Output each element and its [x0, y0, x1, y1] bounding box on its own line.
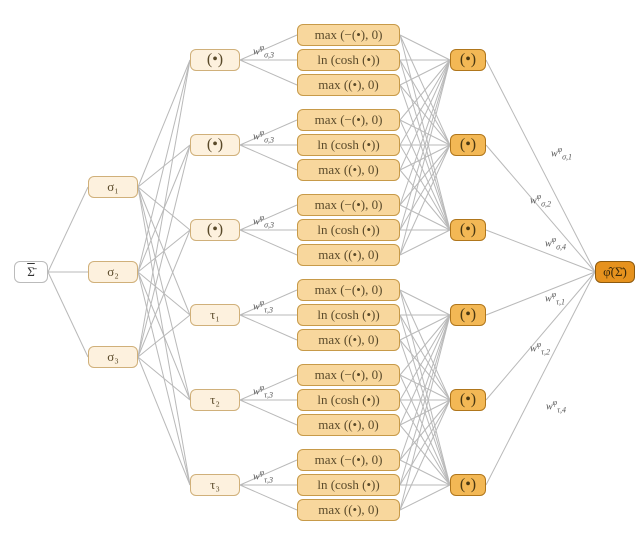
mid-tau-3: τ₃: [190, 474, 240, 496]
sigma-2: σ₂: [88, 261, 138, 283]
act-g3-lncosh: ln (cosh (•)): [297, 219, 400, 241]
w-inner-tau-1: wφτ,3: [253, 298, 273, 314]
agg-6: (•): [450, 474, 486, 496]
label: φ̂(Σ̄): [603, 264, 627, 280]
mid-sigma-dot-1: (•): [190, 49, 240, 71]
agg-5: (•): [450, 389, 486, 411]
act-g3-maxneg: max (−(•), 0): [297, 194, 400, 216]
act-g5-maxneg: max (−(•), 0): [297, 364, 400, 386]
act-g4-maxpos: max ((•), 0): [297, 329, 400, 351]
mid-tau-2: τ₂: [190, 389, 240, 411]
w-outer-3: wφσ,4: [545, 235, 566, 251]
mid-tau-1: τ₁: [190, 304, 240, 326]
mid-sigma-dot-3: (•): [190, 219, 240, 241]
act-g6-maxpos: max ((•), 0): [297, 499, 400, 521]
agg-2: (•): [450, 134, 486, 156]
act-g5-lncosh: ln (cosh (•)): [297, 389, 400, 411]
w-outer-4: wφτ,1: [545, 290, 565, 306]
agg-4: (•): [450, 304, 486, 326]
act-g2-lncosh: ln (cosh (•)): [297, 134, 400, 156]
act-g6-lncosh: ln (cosh (•)): [297, 474, 400, 496]
act-g1-maxpos: max ((•), 0): [297, 74, 400, 96]
act-g4-lncosh: ln (cosh (•)): [297, 304, 400, 326]
label: Σ̄: [27, 264, 35, 280]
act-g6-maxneg: max (−(•), 0): [297, 449, 400, 471]
w-inner-sigma-2: wφσ,3: [253, 128, 274, 144]
input-sigma-bar: Σ̄: [14, 261, 48, 283]
w-outer-5: wφτ,2: [530, 340, 550, 356]
w-outer-2: wφσ,2: [530, 192, 551, 208]
w-inner-sigma-1: wφσ,3: [253, 43, 274, 59]
act-g2-maxpos: max ((•), 0): [297, 159, 400, 181]
act-g1-maxneg: max (−(•), 0): [297, 24, 400, 46]
w-inner-sigma-3: wφσ,3: [253, 213, 274, 229]
agg-1: (•): [450, 49, 486, 71]
output-phi: φ̂(Σ̄): [595, 261, 635, 283]
act-g1-lncosh: ln (cosh (•)): [297, 49, 400, 71]
sigma-3: σ₃: [88, 346, 138, 368]
sigma-1: σ₁: [88, 176, 138, 198]
act-g2-maxneg: max (−(•), 0): [297, 109, 400, 131]
act-g4-maxneg: max (−(•), 0): [297, 279, 400, 301]
w-outer-1: wφσ,1: [551, 145, 572, 161]
w-outer-6: wφτ,4: [546, 398, 566, 414]
act-g5-maxpos: max ((•), 0): [297, 414, 400, 436]
act-g3-maxpos: max ((•), 0): [297, 244, 400, 266]
agg-3: (•): [450, 219, 486, 241]
w-inner-tau-2: wφτ,3: [253, 383, 273, 399]
w-inner-tau-3: wφτ,3: [253, 468, 273, 484]
mid-sigma-dot-2: (•): [190, 134, 240, 156]
